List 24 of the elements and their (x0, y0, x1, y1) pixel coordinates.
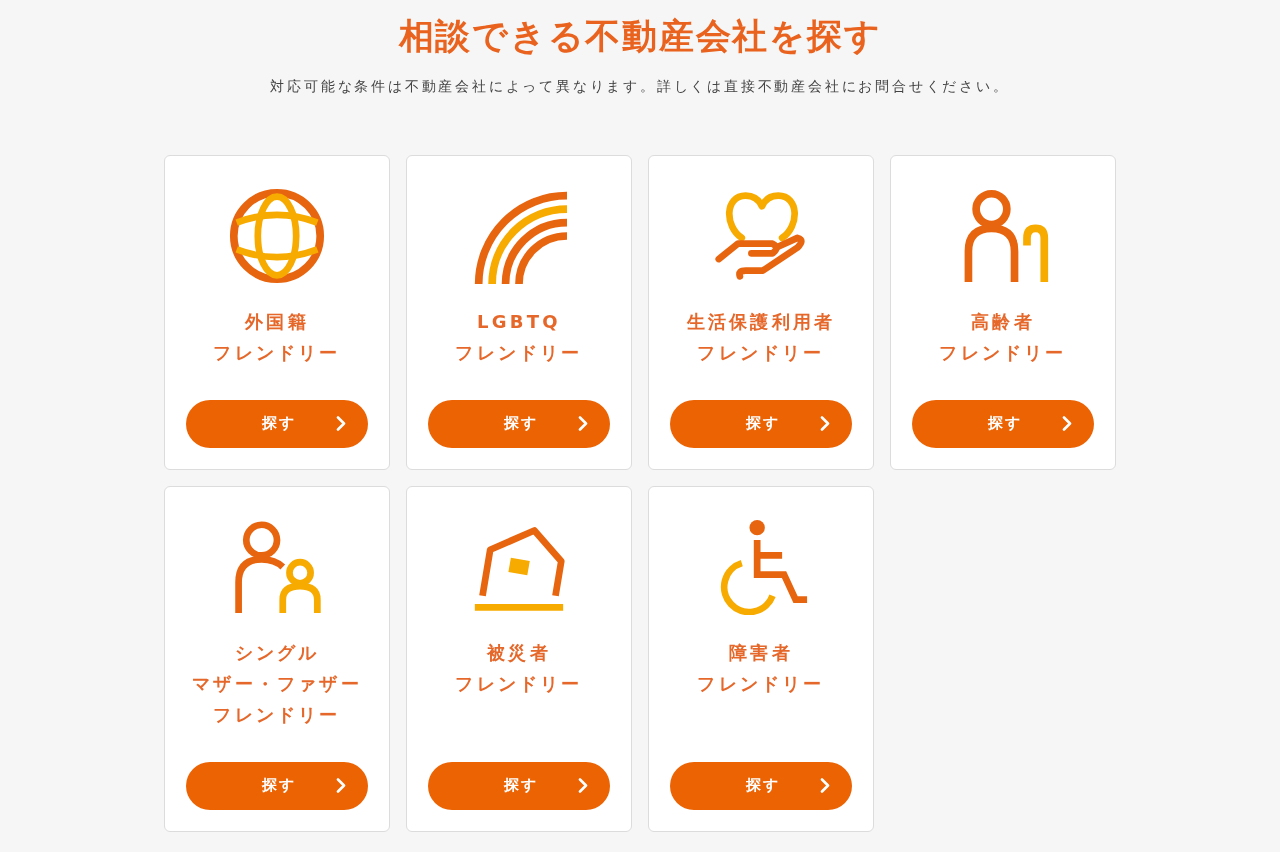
chevron-right-icon (578, 778, 588, 793)
search-button[interactable]: 探す (912, 399, 1094, 448)
category-title: 生活保護利用者 フレンドリー (686, 309, 836, 365)
search-button[interactable]: 探す (186, 399, 368, 448)
search-button[interactable]: 探す (428, 761, 610, 810)
globe-icon (229, 187, 325, 284)
search-button[interactable]: 探す (670, 399, 852, 448)
category-title: LGBTQ フレンドリー (455, 309, 583, 365)
category-title: 被災者 フレンドリー (455, 640, 583, 696)
category-title: 障害者 フレンドリー (697, 640, 825, 696)
search-button[interactable]: 探す (670, 761, 852, 810)
category-title: 外国籍 フレンドリー (213, 309, 341, 365)
chevron-right-icon (336, 416, 346, 431)
chevron-right-icon (820, 416, 830, 431)
page-title: 相談できる不動産会社を探す (397, 15, 883, 58)
search-button[interactable]: 探す (428, 399, 610, 448)
chevron-right-icon (1062, 416, 1072, 431)
chevron-right-icon (820, 778, 830, 793)
chevron-right-icon (578, 416, 588, 431)
search-button[interactable]: 探す (186, 761, 368, 810)
page-description: 対応可能な条件は不動産会社によって異なります。詳しくは直接不動産会社にお問合せください。 (269, 76, 1011, 96)
category-title: シングル マザー・ファザー フレンドリー (192, 640, 362, 727)
chevron-right-icon (336, 778, 346, 793)
category-title: 高齢者 フレンドリー (939, 309, 1067, 365)
